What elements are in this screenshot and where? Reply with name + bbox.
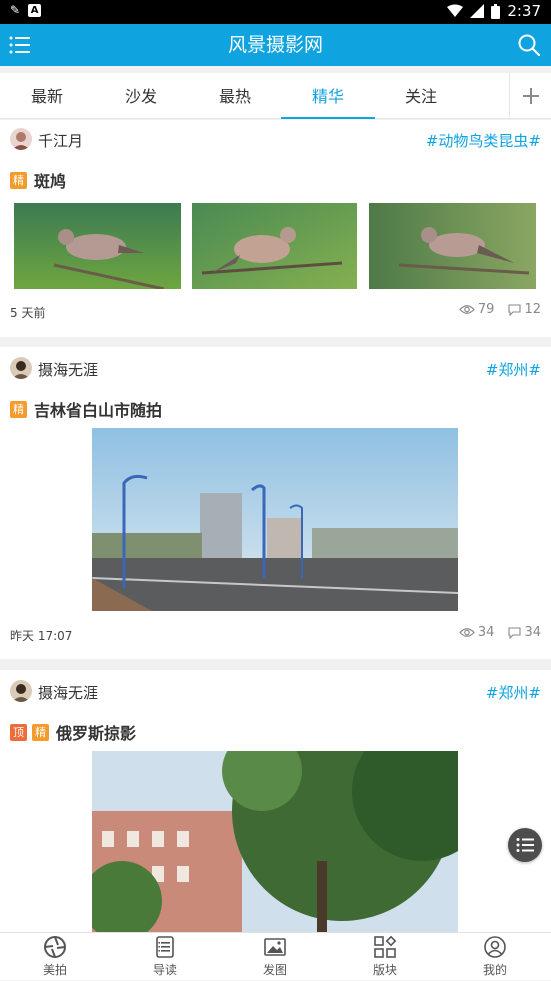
view-count: 34 (477, 625, 495, 640)
post-title[interactable]: 俄罗斯掠影 (56, 720, 136, 744)
comment-icon (508, 626, 522, 639)
nav-label: 我的 (482, 963, 507, 977)
post-author[interactable]: 摄海无涯 (38, 359, 98, 380)
featured-badge: 精 (32, 723, 49, 741)
post-time: 5 天前 (10, 306, 46, 320)
tab-bar: 最新 沙发 最热 精华 关注 (0, 73, 551, 119)
aperture-icon (44, 936, 66, 958)
avatar[interactable] (10, 680, 32, 702)
tab-latest[interactable]: 最新 (0, 73, 94, 119)
post-image[interactable] (92, 751, 458, 932)
blocks-icon (374, 935, 397, 958)
tab-sofa[interactable]: 沙发 (94, 73, 188, 119)
post-image[interactable] (369, 203, 536, 289)
list-icon (516, 838, 534, 852)
app-notification-icon: A (28, 3, 42, 17)
list-icon (156, 936, 174, 958)
battery-icon (491, 3, 501, 19)
comment-count: 34 (524, 625, 541, 640)
post-image[interactable] (92, 428, 458, 611)
post-topic-tag[interactable]: #郑州# (486, 682, 541, 703)
add-tab-button[interactable] (509, 73, 551, 119)
tab-following[interactable]: 关注 (374, 73, 468, 119)
app-title: 风景摄影网 (227, 34, 323, 56)
nav-item-meipai[interactable]: 美拍 (0, 935, 110, 981)
app-bar: 风景摄影网 (0, 24, 551, 66)
search-icon[interactable] (517, 33, 541, 57)
post-author[interactable]: 摄海无涯 (38, 682, 98, 703)
wifi-icon (447, 4, 464, 17)
bottom-navigation: 美拍 导读 发图 版块 我的 (0, 932, 551, 980)
post-topic-tag[interactable]: #动物鸟类昆虫# (426, 130, 541, 151)
nav-item-bankuai[interactable]: 版块 (330, 935, 440, 981)
featured-badge: 精 (10, 171, 27, 189)
nav-item-daodu[interactable]: 导读 (110, 935, 220, 981)
notification-icon: ✎ (10, 3, 21, 17)
post-title[interactable]: 斑鸠 (34, 168, 66, 192)
nav-item-fatu[interactable]: 发图 (220, 935, 330, 981)
pinned-badge: 顶 (10, 723, 27, 741)
featured-badge: 精 (10, 400, 27, 418)
post-card[interactable]: 摄海无涯 #郑州# 精 吉林省白山市随拍 昨天 17:07 34 34 (0, 347, 551, 659)
comment-icon (508, 303, 522, 316)
floating-menu-button[interactable] (508, 828, 542, 862)
image-icon (264, 938, 286, 956)
avatar[interactable] (10, 128, 32, 150)
signal-icon (470, 4, 485, 18)
avatar[interactable] (10, 357, 32, 379)
tab-featured[interactable]: 精华 (281, 73, 375, 119)
post-topic-tag[interactable]: #郑州# (486, 359, 541, 380)
status-time: 2:37 (507, 2, 541, 20)
nav-item-profile[interactable]: 我的 (440, 935, 550, 981)
post-time: 昨天 17:07 (10, 629, 73, 643)
eye-icon (459, 305, 475, 314)
post-image[interactable] (192, 203, 357, 289)
plus-icon (522, 88, 539, 104)
post-card[interactable]: 千江月 #动物鸟类昆虫# 精 斑鸠 5 天前 79 12 (0, 120, 551, 337)
eye-icon (459, 628, 475, 637)
view-count: 79 (477, 302, 495, 317)
post-image[interactable] (14, 203, 181, 289)
status-bar: ✎ A 2:37 (0, 0, 551, 24)
tab-hottest[interactable]: 最热 (188, 73, 282, 119)
nav-label: 发图 (262, 963, 287, 977)
profile-icon (484, 936, 506, 958)
nav-label: 版块 (372, 963, 397, 977)
nav-label: 导读 (152, 963, 177, 977)
post-author[interactable]: 千江月 (38, 130, 83, 151)
post-title[interactable]: 吉林省白山市随拍 (34, 397, 162, 421)
post-card[interactable]: 摄海无涯 #郑州# 顶 精 俄罗斯掠影 (0, 670, 551, 932)
comment-count: 12 (524, 302, 541, 317)
nav-label: 美拍 (42, 963, 67, 977)
